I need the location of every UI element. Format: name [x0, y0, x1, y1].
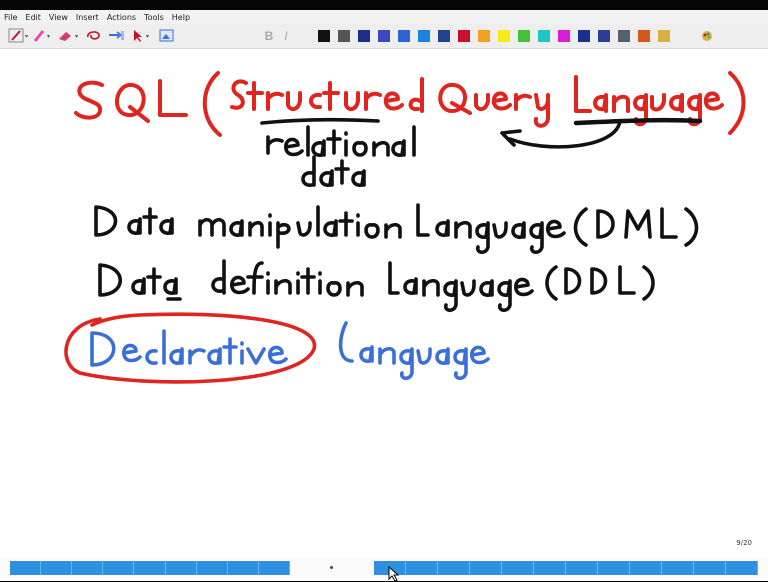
- color-swatch-6[interactable]: [418, 30, 430, 42]
- pointer-icon: [134, 30, 149, 42]
- lasso-tool-button[interactable]: [84, 28, 104, 43]
- current-page-marker: [330, 566, 333, 569]
- insert-space-tool-button[interactable]: [106, 28, 126, 43]
- menu-actions[interactable]: Actions: [103, 13, 140, 22]
- toolbar: B I: [0, 24, 768, 49]
- color-palette-button[interactable]: [700, 28, 714, 43]
- color-swatch-14[interactable]: [578, 30, 590, 42]
- mouse-cursor-icon: [388, 566, 400, 582]
- color-swatch-7[interactable]: [438, 30, 450, 42]
- color-swatch-16[interactable]: [618, 30, 630, 42]
- color-swatch-4[interactable]: [378, 30, 390, 42]
- page-navigation-bar: [0, 557, 768, 581]
- page-strip-left[interactable]: [10, 561, 290, 575]
- insert-space-icon: [109, 31, 124, 40]
- arrow-curve: [508, 119, 622, 149]
- color-swatch-15[interactable]: [598, 30, 610, 42]
- color-swatch-10[interactable]: [498, 30, 510, 42]
- handwritten-letter-Q: [115, 83, 150, 123]
- color-swatch-11[interactable]: [518, 30, 530, 42]
- handwriting-canvas: [64, 71, 746, 384]
- color-swatch-13[interactable]: [558, 30, 570, 42]
- handwritten-line-dml: [94, 203, 699, 255]
- image-icon: [159, 29, 174, 42]
- underline-structured: [260, 117, 380, 125]
- italic-button[interactable]: I: [280, 28, 292, 43]
- handwritten-word-data: [301, 155, 366, 187]
- highlighter-icon: [33, 30, 50, 42]
- eraser-icon: [59, 32, 78, 41]
- menu-edit[interactable]: Edit: [21, 13, 45, 22]
- palette-icon: [702, 31, 712, 41]
- note-page[interactable]: 9/20: [0, 49, 768, 557]
- page-strip-right[interactable]: [374, 561, 758, 575]
- handwritten-word-language-blue: [338, 321, 490, 381]
- insert-image-button[interactable]: [158, 28, 176, 43]
- app-window: File Edit View Insert Actions Tools Help: [0, 0, 768, 582]
- highlighter-tool-button[interactable]: [32, 28, 54, 43]
- handwritten-open-paren: [202, 71, 222, 137]
- select-tool-button[interactable]: [130, 28, 154, 43]
- handwritten-word-query: [438, 83, 550, 128]
- menu-tools[interactable]: Tools: [140, 13, 168, 22]
- color-swatch-5[interactable]: [398, 30, 410, 42]
- handwritten-close-paren: [728, 71, 746, 135]
- handwritten-word-relational: [266, 125, 416, 157]
- color-swatch-18[interactable]: [658, 30, 670, 42]
- color-swatch-17[interactable]: [638, 30, 650, 42]
- bold-button[interactable]: B: [262, 28, 276, 43]
- eraser-tool-button[interactable]: [56, 28, 82, 43]
- page-counter: 9/20: [736, 539, 752, 547]
- handwritten-letter-S: [74, 80, 104, 120]
- underline-language: [573, 117, 703, 126]
- pen-icon: [8, 28, 28, 43]
- menu-file[interactable]: File: [0, 13, 21, 22]
- color-swatch-12[interactable]: [538, 30, 550, 42]
- handwritten-line-ddl: [98, 259, 655, 313]
- pen-tool-button[interactable]: [8, 28, 30, 43]
- color-swatch-9[interactable]: [478, 30, 490, 42]
- menu-insert[interactable]: Insert: [72, 13, 103, 22]
- handwritten-letter-L: [158, 79, 188, 117]
- lasso-icon: [87, 31, 100, 40]
- menu-bar: File Edit View Insert Actions Tools Help: [0, 10, 768, 24]
- color-swatch-1[interactable]: [318, 30, 330, 42]
- window-top-band: [0, 0, 768, 10]
- color-swatch-2[interactable]: [338, 30, 350, 42]
- handwritten-word-structured: [230, 77, 424, 113]
- handwritten-word-language: [574, 75, 724, 127]
- color-swatch-3[interactable]: [358, 30, 370, 42]
- handwritten-word-declarative: [90, 329, 288, 367]
- menu-view[interactable]: View: [45, 13, 72, 22]
- color-swatch-8[interactable]: [458, 30, 470, 42]
- menu-help[interactable]: Help: [168, 13, 194, 22]
